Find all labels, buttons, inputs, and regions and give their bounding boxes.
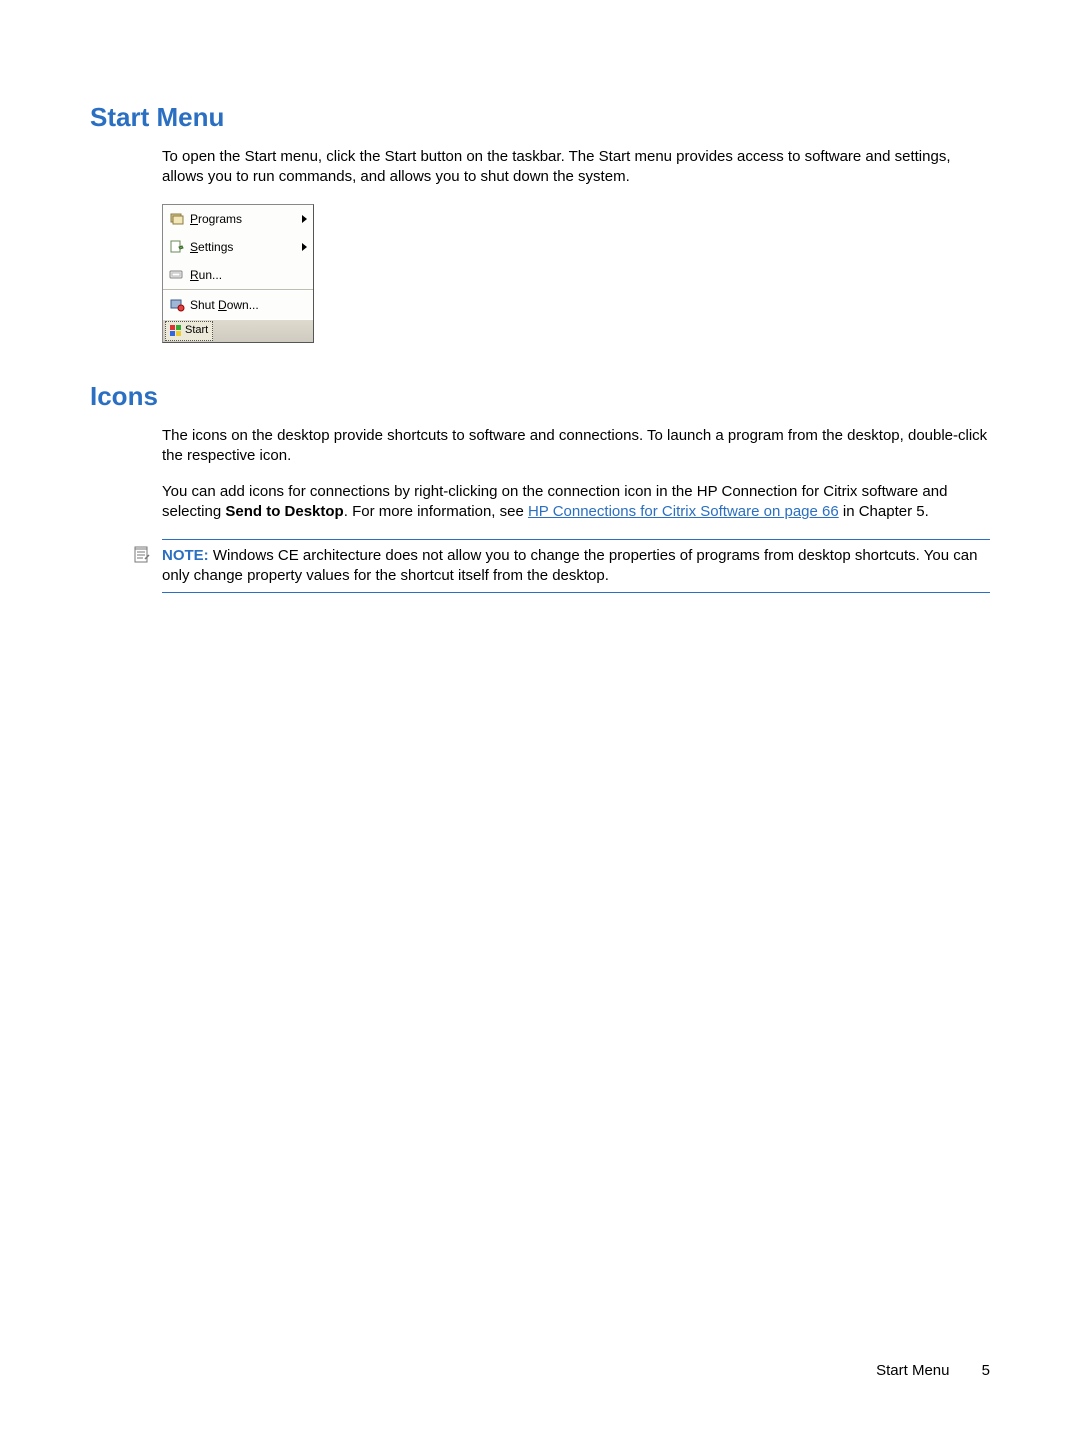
chevron-right-icon [302,215,307,223]
windows-flag-icon [170,325,182,337]
paragraph-start-menu-intro: To open the Start menu, click the Start … [162,147,990,188]
menu-item-label: Settings [190,239,302,255]
paragraph-icons-1: The icons on the desktop provide shortcu… [162,426,990,467]
menu-item-programs[interactable]: Programs [163,205,313,233]
start-button[interactable]: Start [165,321,213,341]
paragraph-icons-2: You can add icons for connections by rig… [162,482,990,523]
note-icon [132,545,154,571]
note-block: NOTE: Windows CE architecture does not a… [132,539,990,594]
link-hp-connections-citrix[interactable]: HP Connections for Citrix Software on pa… [528,503,839,520]
run-icon [169,267,185,283]
page-footer: Start Menu 5 [876,1361,990,1381]
text-bold-send-to-desktop: Send to Desktop [225,503,343,520]
taskbar: Start [163,319,313,342]
menu-item-run[interactable]: Run... [163,261,313,289]
heading-start-menu: Start Menu [90,100,990,135]
figure-start-menu: Programs Settings [162,204,990,343]
document-page: Start Menu To open the Start menu, click… [0,0,1080,1437]
settings-icon [169,239,185,255]
menu-item-settings[interactable]: Settings [163,233,313,261]
heading-icons: Icons [90,379,990,414]
menu-item-label: Programs [190,211,302,227]
text-run: . For more information, see [344,503,528,520]
start-button-label: Start [185,323,208,338]
note-body: NOTE: Windows CE architecture does not a… [162,539,990,594]
text-run: in Chapter 5. [839,503,929,520]
chevron-right-icon [302,243,307,251]
footer-title: Start Menu [876,1362,949,1379]
menu-item-shutdown[interactable]: Shut Down... [163,291,313,319]
menu-item-label: Shut Down... [190,297,307,313]
menu-item-label: Run... [190,267,307,283]
footer-page-number: 5 [982,1362,990,1379]
note-label: NOTE: [162,547,209,564]
shutdown-icon [169,297,185,313]
start-menu-popup: Programs Settings [162,204,314,343]
programs-icon [169,211,185,227]
note-text: Windows CE architecture does not allow y… [162,547,977,584]
